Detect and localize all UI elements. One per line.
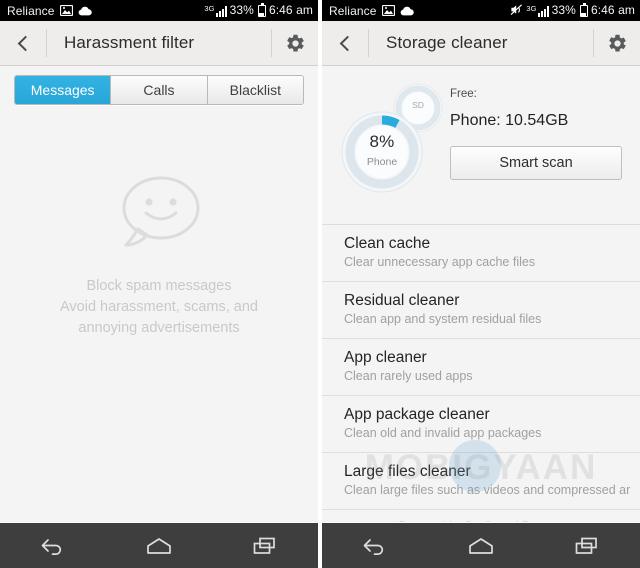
- back-arrow-icon: [41, 538, 62, 555]
- recents-icon: [575, 537, 597, 554]
- divider: [368, 29, 369, 57]
- empty-state-line-1: Block spam messages: [86, 278, 232, 294]
- storage-info: Free: Phone: 10.54GB Smart scan: [450, 76, 640, 224]
- list-item-subtitle: Clean old and invalid app packages: [344, 426, 542, 440]
- tab-bar: Messages Calls Blacklist: [14, 75, 304, 105]
- phone-storage-percent: 8%: [369, 132, 395, 151]
- status-bar-right-group: 3G 33% 6:46 am: [204, 3, 313, 17]
- battery-icon: [579, 3, 588, 17]
- nav-recents-button[interactable]: [557, 523, 617, 568]
- network-type-label: 3G: [204, 4, 215, 13]
- nav-back-button[interactable]: [23, 523, 83, 568]
- gear-icon: [286, 34, 304, 52]
- list-item-subtitle: Clear unnecessary app cache files: [344, 255, 536, 269]
- page-title: Storage cleaner: [386, 33, 508, 52]
- image-icon: [59, 4, 73, 17]
- smart-scan-label: Smart scan: [499, 155, 573, 171]
- carrier-label: Reliance: [329, 3, 377, 18]
- navigation-bar-right: [322, 522, 640, 568]
- back-button[interactable]: [322, 21, 368, 65]
- status-bar-left-group: Reliance: [329, 4, 414, 18]
- settings-button[interactable]: [272, 21, 318, 65]
- nav-home-button[interactable]: [129, 523, 189, 568]
- storage-dials: SD 8% Phone: [322, 76, 450, 216]
- empty-state-line-3: annoying advertisements: [78, 320, 240, 336]
- action-bar-right: Storage cleaner: [322, 21, 640, 66]
- signal-bars-icon: [537, 6, 549, 17]
- storage-summary: SD 8% Phone Free: Phone: 10.54GB Smart s…: [322, 66, 640, 225]
- tab-calls-label: Calls: [143, 82, 175, 98]
- mute-icon: [510, 4, 523, 16]
- list-item-residual-cleaner[interactable]: Residual cleaner Clean app and system re…: [322, 282, 640, 339]
- network-type-label: 3G: [526, 4, 537, 13]
- battery-percent-label: 33%: [229, 3, 254, 17]
- nav-back-button[interactable]: [345, 523, 405, 568]
- list-item-clean-cache[interactable]: Clean cache Clear unnecessary app cache …: [322, 225, 640, 282]
- battery-percent-label: 33%: [551, 3, 576, 17]
- home-icon: [147, 537, 171, 554]
- signal-bars-icon: [215, 6, 227, 17]
- sd-dial-label: SD: [412, 100, 424, 110]
- recents-icon: [253, 537, 275, 554]
- page-title: Harassment filter: [64, 33, 195, 52]
- back-chevron-icon: [17, 35, 33, 51]
- carrier-label: Reliance: [7, 3, 55, 18]
- image-icon: [381, 4, 395, 17]
- tab-messages-label: Messages: [30, 82, 95, 98]
- list-item-app-package-cleaner[interactable]: App package cleaner Clean old and invali…: [322, 396, 640, 453]
- empty-state: Block spam messages Avoid harassment, sc…: [0, 113, 318, 522]
- list-item-title: App cleaner: [344, 349, 427, 366]
- list-item-subtitle: Clean large files such as videos and com…: [344, 483, 631, 497]
- list-item-title: Large files cleaner: [344, 463, 471, 480]
- tab-bar-container: Messages Calls Blacklist: [0, 66, 318, 113]
- list-item-subtitle: Clean app and system residual files: [344, 312, 542, 326]
- empty-state-line-2: Avoid harassment, scams, and: [60, 299, 258, 315]
- free-space-label: Free:: [450, 88, 477, 100]
- empty-state-text: Block spam messages Avoid harassment, sc…: [60, 276, 258, 339]
- smart-scan-button[interactable]: Smart scan: [450, 146, 622, 180]
- list-item-subtitle: Clean rarely used apps: [344, 369, 473, 383]
- powered-by-label: Powered by Du Speed Booster: [322, 510, 640, 522]
- left-phone-screen: Reliance 3G 33% 6:46 am Harassment filte…: [0, 0, 318, 568]
- phone-dial-label: Phone: [366, 156, 398, 168]
- back-chevron-icon: [339, 35, 355, 51]
- clock-label: 6:46 am: [590, 3, 635, 17]
- tab-blacklist[interactable]: Blacklist: [207, 76, 303, 104]
- action-bar-left: Harassment filter: [0, 21, 318, 66]
- cloud-icon: [400, 6, 414, 16]
- right-phone-screen: Reliance 3G 33% 6:46 am Storage cleaner …: [322, 0, 640, 568]
- nav-recents-button[interactable]: [235, 523, 295, 568]
- list-item-title: Clean cache: [344, 235, 431, 252]
- back-button[interactable]: [0, 21, 46, 65]
- status-bar-left: Reliance 3G 33% 6:46 am: [0, 0, 318, 21]
- home-icon: [469, 537, 493, 554]
- status-bar-left-group: Reliance: [7, 4, 92, 18]
- clock-label: 6:46 am: [268, 3, 313, 17]
- list-item-app-cleaner[interactable]: App cleaner Clean rarely used apps: [322, 339, 640, 396]
- settings-button[interactable]: [594, 21, 640, 65]
- nav-home-button[interactable]: [451, 523, 511, 568]
- list-item-large-files-cleaner[interactable]: Large files cleaner Clean large files su…: [322, 453, 640, 510]
- gear-icon: [608, 34, 626, 52]
- status-bar-right: Reliance 3G 33% 6:46 am: [322, 0, 640, 21]
- free-phone-value: Phone: 10.54GB: [450, 112, 569, 129]
- cleaner-list: Clean cache Clear unnecessary app cache …: [322, 225, 640, 522]
- navigation-bar-left: [0, 522, 318, 568]
- dual-phone-screenshot: Reliance 3G 33% 6:46 am Harassment filte…: [0, 0, 640, 568]
- list-item-title: App package cleaner: [344, 406, 490, 423]
- tab-blacklist-label: Blacklist: [229, 82, 281, 98]
- status-bar-right-group: 3G 33% 6:46 am: [510, 3, 635, 17]
- smiley-speech-bubble-icon: [122, 176, 200, 247]
- back-arrow-icon: [363, 538, 384, 555]
- tab-calls[interactable]: Calls: [111, 76, 208, 104]
- cloud-icon: [78, 6, 92, 16]
- tab-messages[interactable]: Messages: [15, 76, 112, 104]
- divider: [46, 29, 47, 57]
- list-item-title: Residual cleaner: [344, 292, 460, 309]
- phone-storage-dial[interactable]: [340, 110, 424, 194]
- battery-icon: [257, 3, 266, 17]
